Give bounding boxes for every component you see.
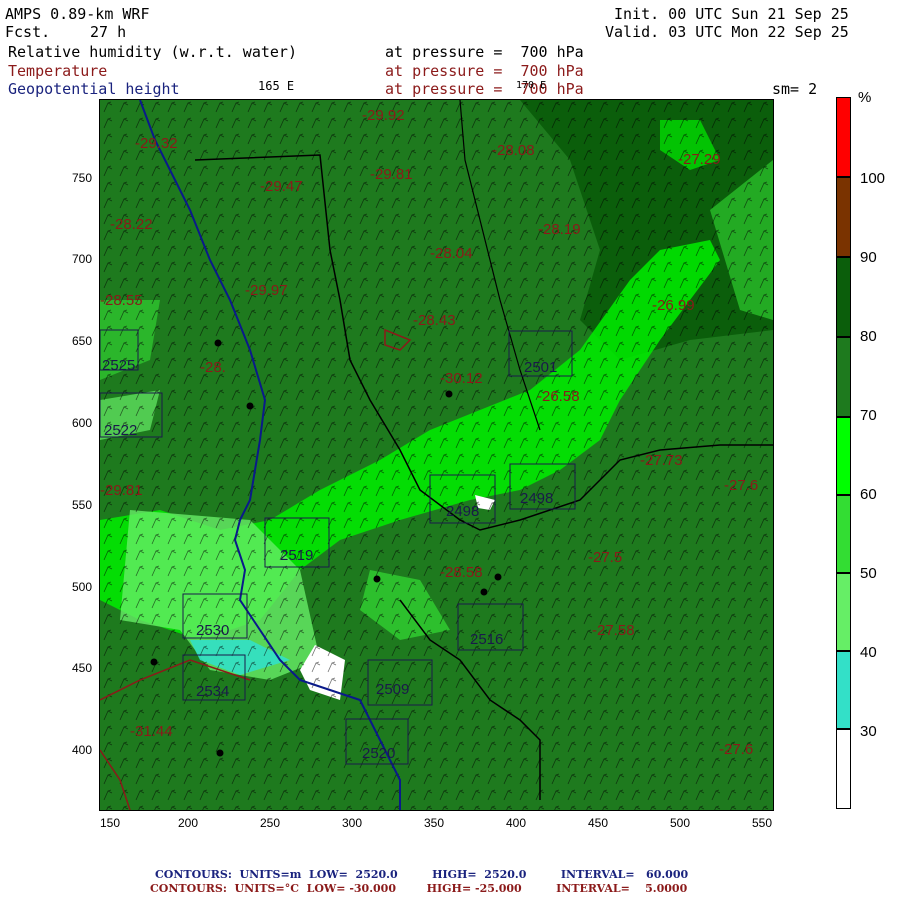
valid-time: Valid. 03 UTC Mon 22 Sep 25 [605,23,849,41]
temp-label: -29.32 [135,135,178,152]
height-label: 2534 [196,683,229,700]
colorbar-label: 90 [860,249,877,266]
colorbar-segment-30 [836,651,851,729]
height-label: 2520 [362,745,395,762]
y-tick: 500 [71,580,92,594]
station-marker [494,573,502,581]
temp-label: -28.22 [110,216,153,233]
forecast-label: Fcst. [5,23,51,41]
temp-label: -29.97 [245,282,288,299]
x-tick: 200 [178,816,199,830]
temp-label: -29.92 [362,107,405,124]
temp-label: -28.58 [440,564,483,581]
footer-height-contours: CONTOURS: UNITS=m LOW= 2520.0 HIGH= 2520… [155,868,689,881]
temp-label: -27.5 [588,549,622,566]
temp-label: -27.29 [678,151,721,168]
colorbar-segment-90 [836,177,851,257]
colorbar-segment-100 [836,97,851,177]
footer-temp-contours: CONTOURS: UNITS=°C LOW= -30.000 HIGH= -2… [150,882,688,895]
colorbar-segment-60 [836,417,851,495]
height-label: 2516 [470,631,503,648]
height-label: 2522 [104,422,137,439]
colorbar-label: 60 [860,486,877,503]
colorbar-label: 70 [860,407,877,424]
field-rh-name: Relative humidity (w.r.t. water) [8,43,297,61]
colorbar-label: 30 [860,723,877,740]
temp-label: -28.19 [538,221,581,238]
station-marker [480,588,488,596]
station-marker [216,749,224,757]
height-label: 2509 [376,681,409,698]
colorbar-label: 40 [860,644,877,661]
temp-label: -31.44 [130,723,173,740]
x-tick: 550 [752,816,773,830]
map-plot-area: -29.92 -29.32 -29.47 -29.81 -28.08 -27.2… [99,99,774,811]
temp-label: -29.81 [100,482,143,499]
map-svg: -29.92 -29.32 -29.47 -29.81 -28.08 -27.2… [100,100,773,810]
field-height-level: at pressure = 700 hPa [385,80,584,98]
x-tick: 500 [670,816,691,830]
init-time: Init. 00 UTC Sun 21 Sep 25 [614,5,849,23]
temp-label: -30.12 [440,370,483,387]
model-title: AMPS 0.89-km WRF [5,5,150,23]
station-marker [246,402,254,410]
y-tick: 750 [71,171,92,185]
x-tick: 150 [100,816,121,830]
temp-label: -26.99 [652,297,695,314]
colorbar-segment-50 [836,495,851,573]
temp-label: -28.43 [413,312,456,329]
y-tick: 450 [71,661,92,675]
forecast-hour: 27 h [90,23,127,41]
lon-label-170e: 170 E [516,80,547,91]
lon-label-165e: 165 E [258,79,295,93]
height-label: 2501 [524,359,557,376]
field-height-name: Geopotential height [8,80,180,98]
temp-label: -27.6 [719,741,753,758]
temp-label: -27.58 [592,622,635,639]
temp-label: -26.58 [537,388,580,405]
colorbar-unit: % [858,89,872,106]
y-tick: 400 [71,743,92,757]
y-tick: 700 [71,252,92,266]
x-tick: 400 [506,816,527,830]
temp-label: -28.04 [430,245,473,262]
colorbar-label: 50 [860,565,877,582]
x-tick: 350 [424,816,445,830]
temp-label: -27.73 [640,452,683,469]
y-tick: 600 [71,416,92,430]
station-marker [214,339,222,347]
y-tick: 650 [71,334,92,348]
colorbar-segment-40 [836,573,851,651]
temp-label: -28.08 [492,142,535,159]
height-label: 2530 [196,622,229,639]
smoothing-label: sm= 2 [772,80,818,98]
station-marker [150,658,158,666]
field-temp-name: Temperature [8,62,108,80]
x-tick: 250 [260,816,281,830]
temp-label: -29.81 [370,166,413,183]
field-temp-level: at pressure = 700 hPa [385,62,584,80]
temp-label: -27.6 [724,477,758,494]
colorbar-segment-80 [836,257,851,337]
temp-label: -28.55 [100,292,143,309]
field-rh-level: at pressure = 700 hPa [385,43,584,61]
height-label: 2498 [446,503,479,520]
colorbar-label: 100 [860,170,886,187]
colorbar-label: 80 [860,328,877,345]
colorbar-segment-70 [836,337,851,417]
temp-label: -28. [200,359,226,376]
height-label: 2525 [102,357,135,374]
station-marker [445,390,453,398]
station-marker [373,575,381,583]
y-tick: 550 [71,498,92,512]
temp-label: -29.47 [260,178,303,195]
height-label: 2519 [280,547,313,564]
height-label: 2498 [520,490,553,507]
x-tick: 300 [342,816,363,830]
x-tick: 450 [588,816,609,830]
colorbar-segment-low [836,729,851,809]
